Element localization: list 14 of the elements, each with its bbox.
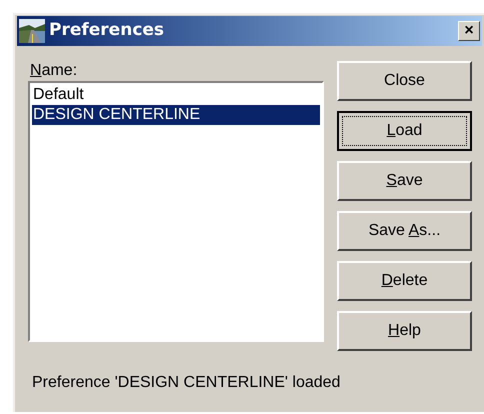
dialog-button[interactable]: Save <box>337 161 472 201</box>
list-item[interactable]: Default <box>32 85 320 105</box>
dialog-button[interactable]: Help <box>337 311 472 351</box>
preferences-list[interactable]: Default DESIGN CENTERLINE <box>28 81 324 342</box>
dialog-button[interactable]: Load <box>337 111 472 151</box>
name-label: Name: <box>30 62 78 80</box>
dialog-button[interactable]: Delete <box>337 261 472 301</box>
dialog-button[interactable]: Close <box>337 61 472 101</box>
close-button[interactable]: × <box>458 21 480 41</box>
status-text: Preference 'DESIGN CENTERLINE' loaded <box>32 374 340 392</box>
road-icon <box>19 19 45 43</box>
dialog-button[interactable]: Save As... <box>337 211 472 251</box>
window-title: Preferences <box>49 19 164 42</box>
list-item[interactable]: DESIGN CENTERLINE <box>32 105 320 125</box>
